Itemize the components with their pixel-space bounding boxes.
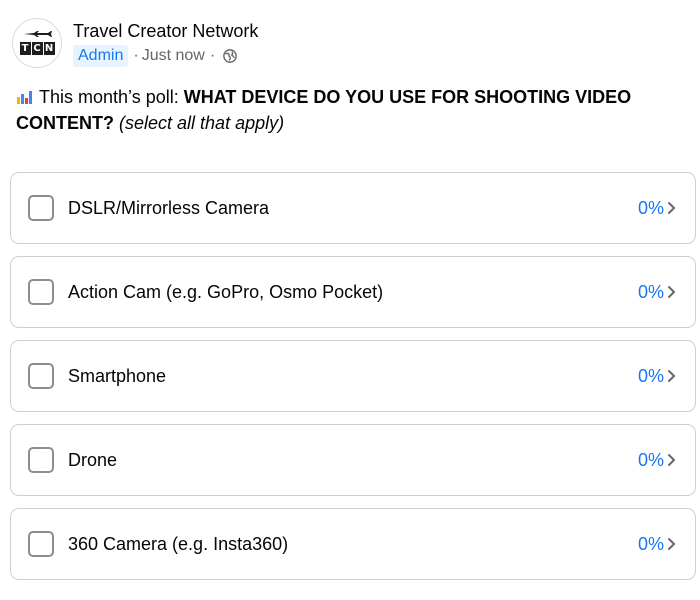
option-checkbox[interactable]	[28, 531, 54, 557]
poll-option[interactable]: Smartphone 0%	[10, 340, 696, 412]
option-checkbox[interactable]	[28, 279, 54, 305]
poll-option[interactable]: Drone 0%	[10, 424, 696, 496]
poll-option[interactable]: Action Cam (e.g. GoPro, Osmo Pocket) 0%	[10, 256, 696, 328]
poll-intro: This month’s poll:	[39, 87, 184, 107]
option-checkbox[interactable]	[28, 363, 54, 389]
option-label: Smartphone	[68, 365, 167, 386]
bar-chart-icon	[17, 91, 32, 104]
group-name[interactable]: Travel Creator Network	[73, 20, 258, 42]
post-header: T C N Travel Creator Network Admin · Jus…	[12, 18, 258, 68]
post-body: This month’s poll: WHAT DEVICE DO YOU US…	[16, 84, 676, 136]
globe-icon[interactable]	[223, 49, 237, 63]
avatar-letter: N	[43, 41, 55, 55]
option-percent[interactable]: 0%	[638, 534, 664, 555]
option-label: DSLR/Mirrorless Camera	[68, 197, 270, 218]
option-label: Action Cam (e.g. GoPro, Osmo Pocket)	[68, 281, 384, 302]
chevron-right-icon[interactable]	[667, 537, 677, 551]
option-percent[interactable]: 0%	[638, 198, 664, 219]
poll-option[interactable]: 360 Camera (e.g. Insta360) 0%	[10, 508, 696, 580]
option-percent[interactable]: 0%	[638, 282, 664, 303]
separator: ·	[209, 47, 216, 64]
chevron-right-icon[interactable]	[667, 285, 677, 299]
option-checkbox[interactable]	[28, 195, 54, 221]
option-checkbox[interactable]	[28, 447, 54, 473]
poll-option[interactable]: DSLR/Mirrorless Camera 0%	[10, 172, 696, 244]
avatar-letter: C	[31, 41, 43, 55]
poll-instruction: (select all that apply)	[119, 113, 285, 133]
chevron-right-icon[interactable]	[667, 201, 677, 215]
plane-icon	[24, 31, 52, 37]
chevron-right-icon[interactable]	[667, 369, 677, 383]
post-meta: Travel Creator Network Admin · Just now …	[73, 20, 258, 67]
chevron-right-icon[interactable]	[667, 453, 677, 467]
option-label: Drone	[68, 449, 118, 470]
timestamp[interactable]: Just now	[142, 47, 205, 65]
option-percent[interactable]: 0%	[638, 366, 664, 387]
avatar-logo: T C N	[19, 41, 55, 55]
avatar[interactable]: T C N	[12, 18, 62, 68]
admin-badge[interactable]: Admin	[73, 45, 129, 67]
option-label: 360 Camera (e.g. Insta360)	[68, 533, 289, 554]
poll-options: DSLR/Mirrorless Camera 0% Action Cam (e.…	[10, 172, 696, 592]
post-subline: Admin · Just now ·	[73, 45, 258, 67]
separator: ·	[133, 47, 139, 64]
option-percent[interactable]: 0%	[638, 450, 664, 471]
avatar-letter: T	[19, 41, 31, 55]
